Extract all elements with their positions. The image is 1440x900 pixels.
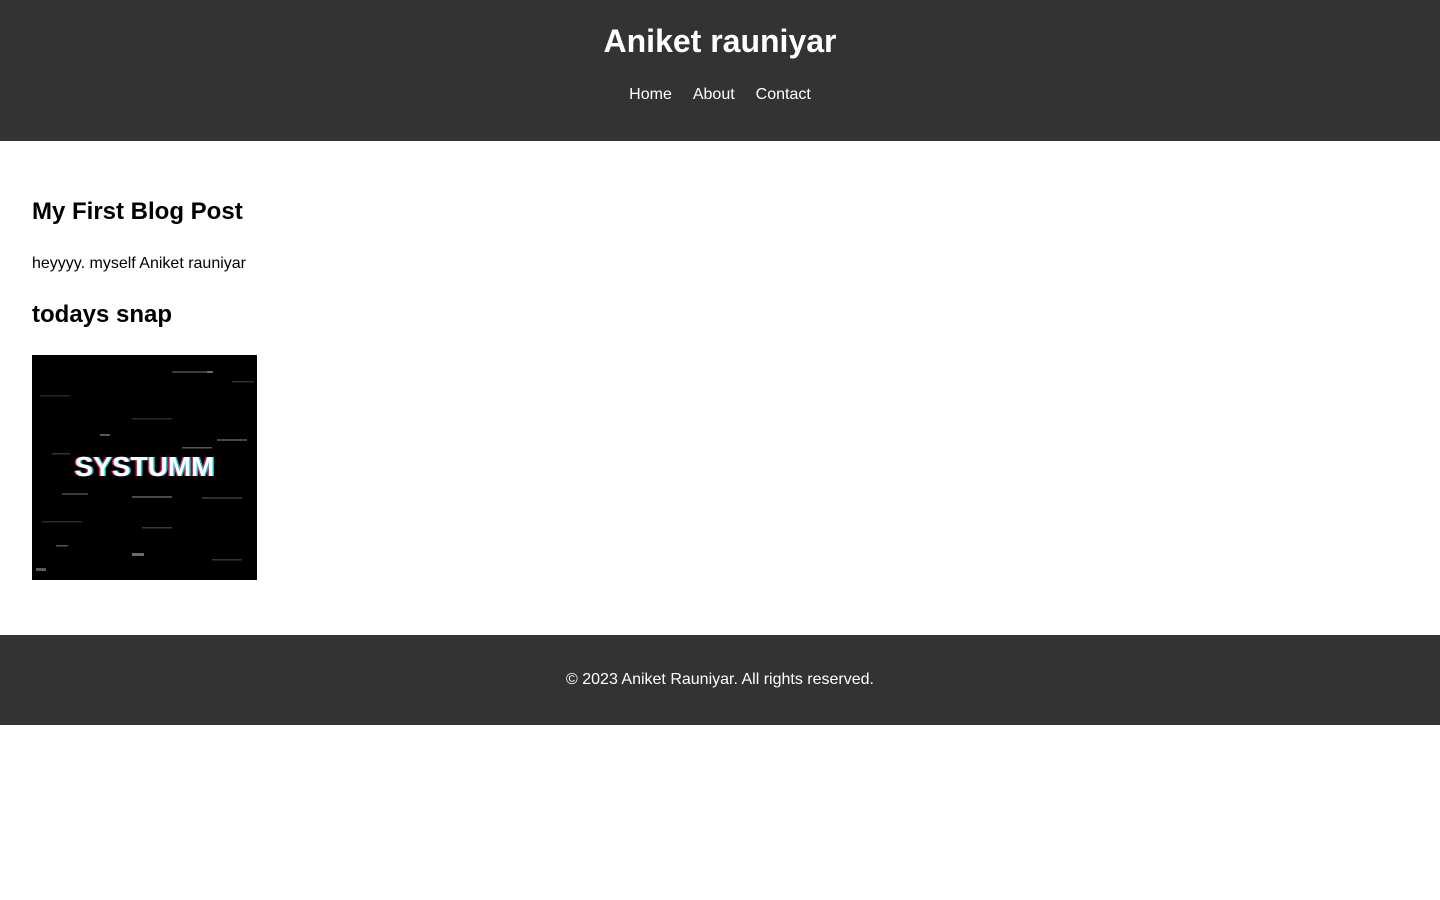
snap-image: SYSTUMM SYSTUMM SYSTUMM bbox=[32, 355, 257, 580]
nav-link-home[interactable]: Home bbox=[629, 85, 672, 105]
snap-image-text: SYSTUMM bbox=[75, 451, 215, 482]
snap-heading: todays snap bbox=[32, 301, 173, 328]
post-title: My First Blog Post bbox=[32, 198, 243, 225]
nav-link-about[interactable]: About bbox=[693, 85, 735, 105]
post-body: heyyyy. myself Aniket rauniyar bbox=[32, 255, 247, 272]
footer-copyright: © 2023 Aniket Rauniyar. All rights reser… bbox=[566, 671, 874, 688]
site-footer: © 2023 Aniket Rauniyar. All rights reser… bbox=[0, 635, 1440, 725]
main-content: My First Blog Post heyyyy. myself Aniket… bbox=[0, 141, 1440, 635]
main-nav: Home About Contact bbox=[0, 85, 1440, 105]
site-header: Aniket rauniyar Home About Contact bbox=[0, 0, 1440, 141]
nav-link-contact[interactable]: Contact bbox=[756, 85, 811, 105]
site-title: Aniket rauniyar bbox=[603, 23, 837, 59]
